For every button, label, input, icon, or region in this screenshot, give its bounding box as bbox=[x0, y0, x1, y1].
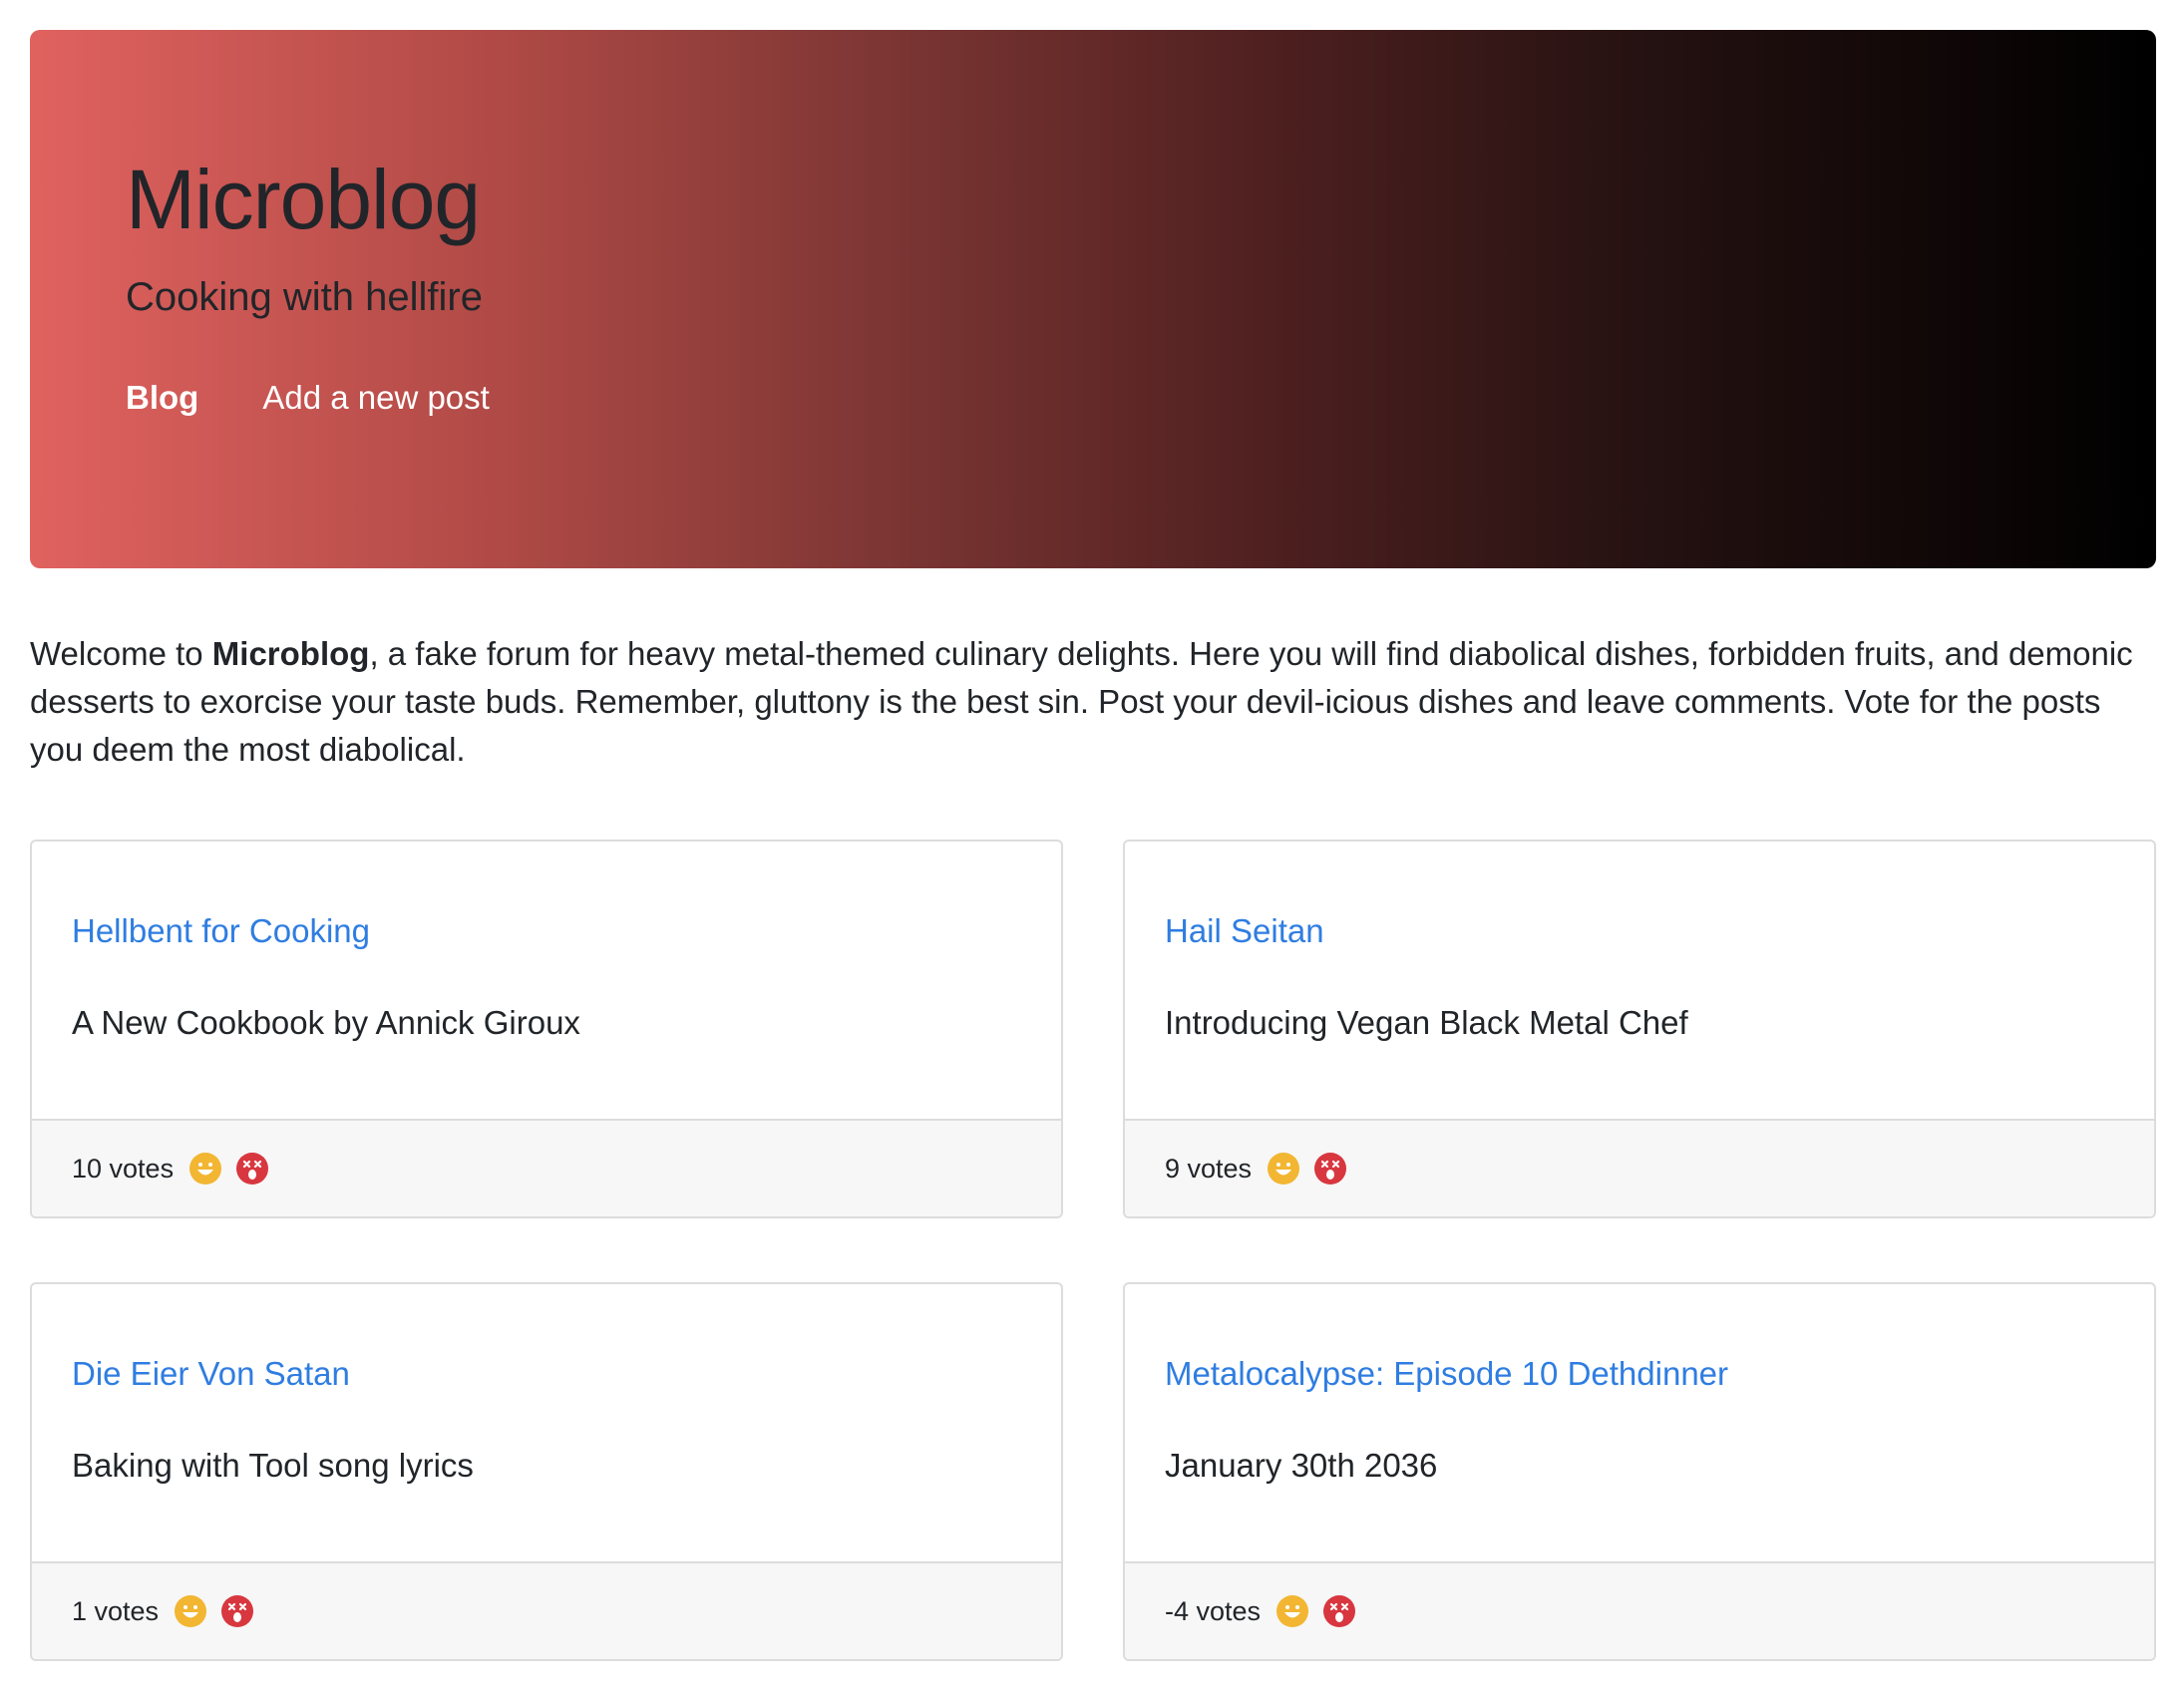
intro-prefix: Welcome to bbox=[30, 635, 212, 672]
post-subtitle: Baking with Tool song lyrics bbox=[72, 1447, 474, 1484]
intro-text: Welcome to Microblog, a fake forum for h… bbox=[30, 630, 2156, 774]
grinning-face-icon bbox=[1276, 1595, 1309, 1627]
post-card: Die Eier Von Satan Baking with Tool song… bbox=[30, 1282, 1063, 1661]
post-subtitle: January 30th 2036 bbox=[1165, 1447, 1438, 1484]
vote-count: 1 votes bbox=[72, 1595, 160, 1626]
intro-brand: Microblog bbox=[211, 635, 370, 672]
grinning-face-icon bbox=[1268, 1153, 1300, 1185]
post-title-link[interactable]: Hail Seitan bbox=[1165, 911, 2154, 951]
post-subtitle: A New Cookbook by Annick Giroux bbox=[72, 1004, 580, 1041]
post-card: Metalocalypse: Episode 10 Dethdinner Jan… bbox=[1123, 1282, 2156, 1661]
post-title-link[interactable]: Die Eier Von Satan bbox=[72, 1354, 1061, 1394]
post-grid: Hellbent for Cooking A New Cookbook by A… bbox=[30, 840, 2156, 1661]
downvote-button[interactable] bbox=[236, 1153, 269, 1185]
post-card: Hail Seitan Introducing Vegan Black Meta… bbox=[1123, 840, 2156, 1218]
post-card-footer: 10 votes bbox=[32, 1119, 1061, 1216]
vote-count: 10 votes bbox=[72, 1153, 175, 1184]
dizzy-face-icon bbox=[1314, 1153, 1347, 1185]
post-title-link[interactable]: Hellbent for Cooking bbox=[72, 911, 1061, 951]
downvote-button[interactable] bbox=[1323, 1595, 1356, 1627]
dizzy-face-icon bbox=[1323, 1595, 1356, 1627]
nav-link-blog[interactable]: Blog bbox=[126, 381, 198, 414]
downvote-button[interactable] bbox=[221, 1595, 254, 1627]
dizzy-face-icon bbox=[236, 1153, 269, 1185]
post-title-link[interactable]: Metalocalypse: Episode 10 Dethdinner bbox=[1165, 1354, 2154, 1394]
post-card-footer: 9 votes bbox=[1125, 1119, 2154, 1216]
nav-link-add-post[interactable]: Add a new post bbox=[262, 381, 490, 414]
post-card-footer: 1 votes bbox=[32, 1561, 1061, 1659]
main-nav: Blog Add a new post bbox=[126, 381, 490, 414]
post-card: Hellbent for Cooking A New Cookbook by A… bbox=[30, 840, 1063, 1218]
upvote-button[interactable] bbox=[189, 1153, 222, 1185]
post-card-body: Metalocalypse: Episode 10 Dethdinner Jan… bbox=[1125, 1284, 2154, 1561]
post-card-body: Hail Seitan Introducing Vegan Black Meta… bbox=[1125, 842, 2154, 1119]
grinning-face-icon bbox=[189, 1153, 222, 1185]
vote-count: -4 votes bbox=[1165, 1595, 1262, 1626]
hero-banner: Microblog Cooking with hellfire Blog Add… bbox=[30, 30, 2156, 568]
dizzy-face-icon bbox=[221, 1595, 254, 1627]
post-card-body: Die Eier Von Satan Baking with Tool song… bbox=[32, 1284, 1061, 1561]
upvote-button[interactable] bbox=[1268, 1153, 1300, 1185]
downvote-button[interactable] bbox=[1314, 1153, 1347, 1185]
grinning-face-icon bbox=[175, 1595, 207, 1627]
upvote-button[interactable] bbox=[175, 1595, 207, 1627]
post-card-footer: -4 votes bbox=[1125, 1561, 2154, 1659]
post-card-body: Hellbent for Cooking A New Cookbook by A… bbox=[32, 842, 1061, 1119]
post-subtitle: Introducing Vegan Black Metal Chef bbox=[1165, 1004, 1688, 1041]
site-title: Microblog bbox=[126, 153, 481, 246]
upvote-button[interactable] bbox=[1276, 1595, 1309, 1627]
vote-count: 9 votes bbox=[1165, 1153, 1253, 1184]
page: Microblog Cooking with hellfire Blog Add… bbox=[30, 30, 2156, 1661]
site-tagline: Cooking with hellfire bbox=[126, 275, 483, 319]
